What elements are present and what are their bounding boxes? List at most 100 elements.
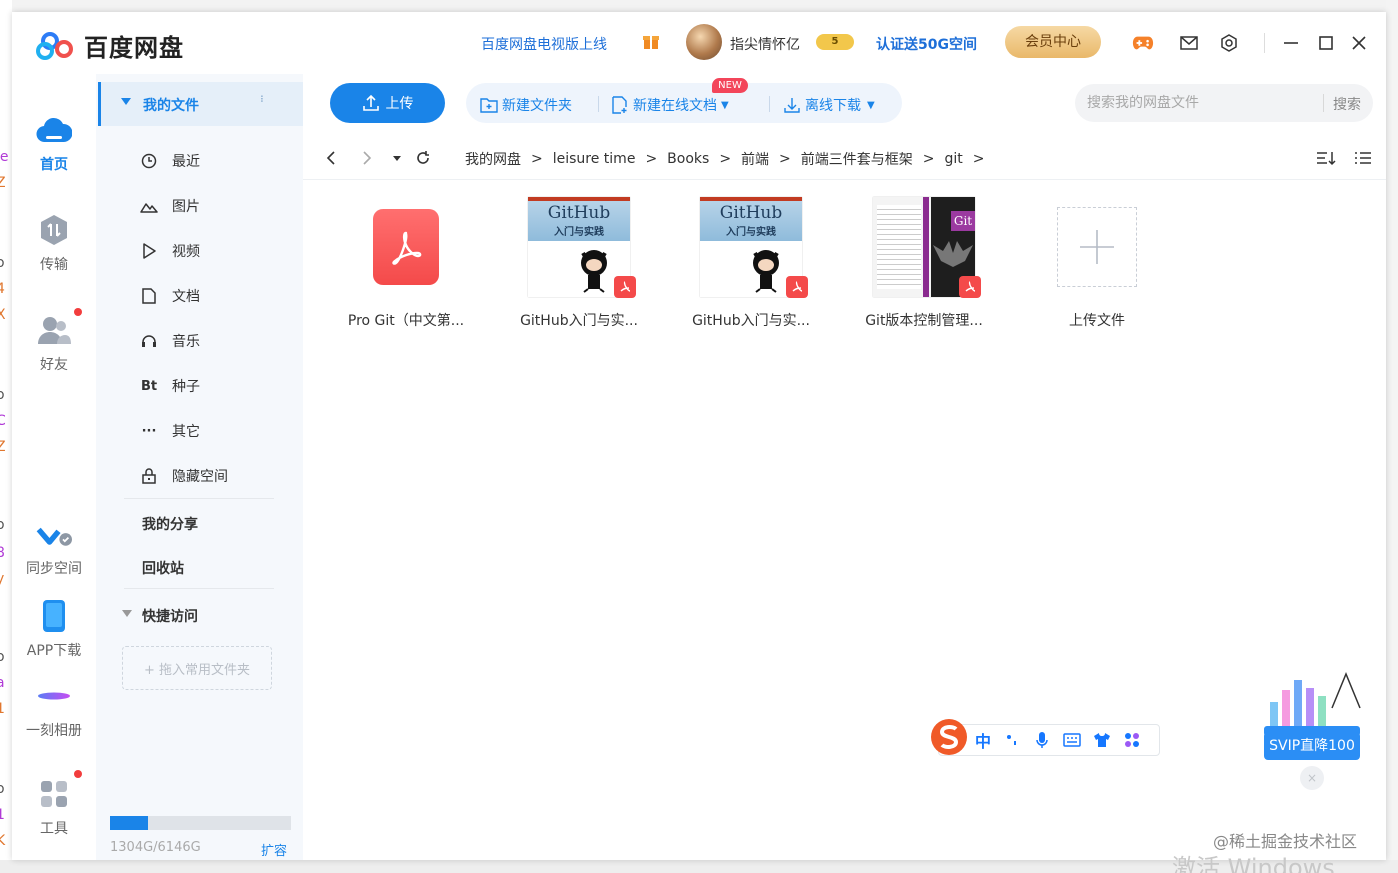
breadcrumb-item[interactable]: 前端三件套与框架 xyxy=(801,149,913,169)
list-view-icon[interactable] xyxy=(1354,150,1372,166)
toolbar-actions: 新建文件夹 新建在线文档 ▼ NEW 离线下载 ▼ xyxy=(466,78,902,123)
sidebar-my-files[interactable]: 我的文件 ··· xyxy=(98,82,303,126)
user-avatar[interactable] xyxy=(686,24,722,60)
skin-shirt-icon[interactable] xyxy=(1093,731,1111,749)
torrent-icon: Bt xyxy=(140,378,158,394)
sidebar-item-torrents[interactable]: Bt 种子 xyxy=(140,374,280,398)
upload-file-tile[interactable]: 上传文件 xyxy=(1017,192,1177,330)
sidebar-recycle-bin[interactable]: 回收站 xyxy=(142,558,184,578)
new-folder-button[interactable]: 新建文件夹 xyxy=(480,95,572,115)
member-center-button[interactable]: 会员中心 xyxy=(1005,26,1101,58)
nav-app-label: APP下载 xyxy=(26,643,82,659)
microphone-icon[interactable] xyxy=(1033,731,1051,749)
file-item[interactable]: Git Git版本控制管理... xyxy=(844,192,1004,330)
titlebar-divider xyxy=(1264,33,1265,53)
bg-text: Z xyxy=(0,439,6,455)
nav-friends-label: 好友 xyxy=(40,357,68,373)
nav-home[interactable]: 首页 xyxy=(12,112,96,174)
new-online-doc-label: 新建在线文档 xyxy=(633,98,717,114)
sidebar-item-music[interactable]: 音乐 xyxy=(140,329,280,353)
breadcrumb-item[interactable]: leisure time xyxy=(553,151,636,167)
sidebar-my-files-label: 我的文件 xyxy=(143,98,199,114)
book-cover-title: GitHub xyxy=(719,203,783,223)
settings-icon[interactable] xyxy=(1218,32,1240,54)
breadcrumb-item[interactable]: 我的网盘 xyxy=(465,149,521,169)
sidebar-item-recent[interactable]: 最近 xyxy=(140,149,280,173)
offline-download-label: 离线下载 xyxy=(805,98,861,114)
sidebar-item-images[interactable]: 图片 xyxy=(140,194,280,218)
sidebar-item-documents[interactable]: 文档 xyxy=(140,284,280,308)
file-item[interactable]: GitHub 入门与实践 GitHub入门与实... xyxy=(671,192,831,330)
forward-arrow-icon[interactable] xyxy=(359,150,375,166)
breadcrumb-separator: > xyxy=(531,151,543,167)
tools-grid-icon xyxy=(36,770,82,812)
search-button[interactable]: 搜索 xyxy=(1333,94,1361,114)
sidebar-my-share[interactable]: 我的分享 xyxy=(142,514,198,534)
verify-bonus-link[interactable]: 认证送50G空间 xyxy=(876,34,977,54)
new-online-doc-button[interactable]: 新建在线文档 ▼ xyxy=(611,95,729,115)
sidebar-quick-access[interactable]: 快捷访问 xyxy=(142,606,198,626)
nav-album[interactable]: 一刻相册 xyxy=(12,678,96,740)
breadcrumb-item[interactable]: Books xyxy=(667,151,709,167)
vip-level-badge[interactable]: 5 xyxy=(816,34,854,50)
file-thumbnail: GitHub 入门与实践 xyxy=(696,192,808,302)
gamepad-icon[interactable] xyxy=(1132,32,1154,54)
refresh-icon[interactable] xyxy=(415,150,431,166)
sidebar-item-videos[interactable]: 视频 xyxy=(140,239,280,263)
activate-windows-text: 激活 Windows xyxy=(1172,854,1335,873)
bg-text: 4 xyxy=(0,281,5,297)
bg-text: le xyxy=(0,149,9,165)
mail-icon[interactable] xyxy=(1178,32,1200,54)
app-logo[interactable]: 百度网盘 xyxy=(36,28,184,63)
svip-promo[interactable]: SVIP直降100 xyxy=(1262,668,1362,762)
maximize-icon[interactable] xyxy=(1315,32,1337,54)
close-icon[interactable] xyxy=(1348,32,1370,54)
toolbar-divider xyxy=(598,96,599,112)
more-options-icon[interactable]: ··· xyxy=(253,94,269,101)
expand-caret-icon[interactable] xyxy=(121,98,131,105)
sogou-logo-icon[interactable] xyxy=(929,717,969,757)
toolbox-grid-icon[interactable] xyxy=(1123,731,1141,749)
nav-sync-space[interactable]: 同步空间 xyxy=(12,516,96,578)
offline-download-button[interactable]: 离线下载 ▼ xyxy=(783,95,875,115)
keyboard-icon[interactable] xyxy=(1063,731,1081,749)
nav-tools[interactable]: 工具 xyxy=(12,770,96,838)
svip-close-button[interactable]: × xyxy=(1300,766,1324,790)
bg-text: a xyxy=(0,675,5,691)
punctuation-icon[interactable] xyxy=(1003,731,1021,749)
breadcrumb-item[interactable]: git xyxy=(945,151,963,167)
clock-icon xyxy=(140,152,158,170)
file-sidebar: 我的文件 ··· 最近 图片 视频 文档 音乐 Bt 种子 ··· 其它 隐藏空… xyxy=(96,74,303,860)
quick-access-caret-icon[interactable] xyxy=(122,610,132,617)
nav-app-download[interactable]: APP下载 xyxy=(12,598,96,660)
search-input[interactable] xyxy=(1087,84,1315,122)
sidebar-item-other[interactable]: ··· 其它 xyxy=(140,419,280,443)
history-dropdown-icon[interactable] xyxy=(389,150,405,166)
quick-access-drop-zone[interactable]: + 拖入常用文件夹 xyxy=(122,646,272,690)
background-left-edge: le Z o 4 X o C Z o 8 y o a 1 o 1 K xyxy=(0,0,12,873)
main-content: 上传 新建文件夹 新建在线文档 ▼ NEW 离线下载 ▼ 搜索我的网盘文件 搜索… xyxy=(303,74,1386,860)
book-cover-title: GitHub xyxy=(547,203,611,223)
nav-transfer[interactable]: 传输 xyxy=(12,212,96,274)
bg-text: 1 xyxy=(0,701,5,717)
breadcrumb-item[interactable]: 前端 xyxy=(741,149,769,169)
lock-icon xyxy=(140,467,158,485)
file-item[interactable]: Pro Git（中文第... xyxy=(326,192,486,330)
nav-friends[interactable]: 好友 xyxy=(12,308,96,374)
sort-icon[interactable] xyxy=(1316,150,1336,166)
new-folder-label: 新建文件夹 xyxy=(502,98,572,114)
ime-mode[interactable]: 中 xyxy=(975,728,991,752)
file-name: 上传文件 xyxy=(1069,313,1125,329)
gift-icon[interactable] xyxy=(642,32,660,50)
background-right-edge xyxy=(1386,0,1398,873)
username[interactable]: 指尖情怀亿 xyxy=(730,34,800,54)
file-item[interactable]: GitHub 入门与实践 GitHub入门与实... xyxy=(499,192,659,330)
back-arrow-icon[interactable] xyxy=(323,150,339,166)
expand-storage-link[interactable]: 扩容 xyxy=(261,840,287,859)
tv-version-link[interactable]: 百度网盘电视版上线 xyxy=(481,34,607,54)
primary-nav: 首页 传输 好友 同步空间 APP下载 一刻相册 工具 xyxy=(12,74,96,860)
sidebar-item-hidden-space[interactable]: 隐藏空间 xyxy=(140,464,280,488)
upload-button[interactable]: 上传 xyxy=(330,83,445,123)
sidebar-item-label: 文档 xyxy=(172,289,200,305)
minimize-icon[interactable] xyxy=(1280,32,1302,54)
